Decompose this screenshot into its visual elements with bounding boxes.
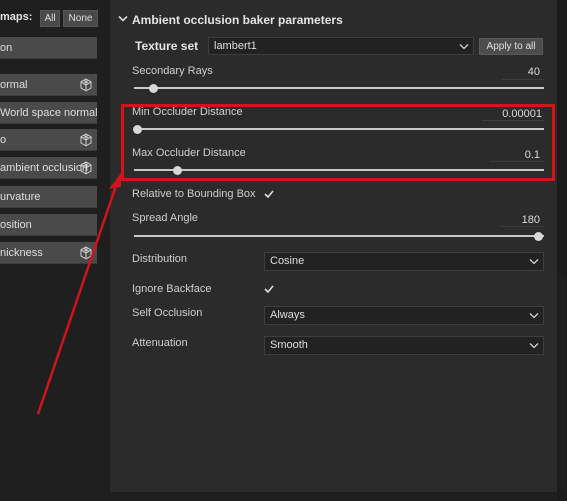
- map-item-thickness[interactable]: nickness: [0, 242, 97, 264]
- cube-icon[interactable]: [78, 77, 94, 93]
- chevron-down-icon: [529, 259, 539, 265]
- apply-to-all-button[interactable]: Apply to all: [479, 38, 543, 55]
- attenuation-value: Smooth: [270, 339, 308, 351]
- distribution-dropdown[interactable]: Cosine: [264, 252, 544, 271]
- cube-icon[interactable]: [78, 160, 94, 176]
- map-item-curvature[interactable]: urvature: [0, 186, 97, 208]
- distribution-value: Cosine: [270, 255, 305, 267]
- self-occlusion-value: Always: [270, 309, 305, 321]
- scrollbar[interactable]: [557, 0, 567, 501]
- map-item-label: on: [0, 42, 13, 54]
- self-occlusion-dropdown[interactable]: Always: [264, 306, 544, 325]
- map-item-label: World space normal: [0, 107, 97, 119]
- chevron-down-icon: [118, 15, 128, 22]
- map-item-label: nickness: [0, 247, 43, 259]
- secondary-rays-slider-handle[interactable]: [149, 84, 158, 93]
- map-item-label: urvature: [0, 191, 41, 203]
- map-item-label: ambient occlusion: [0, 162, 89, 174]
- spread-angle-slider-track[interactable]: [134, 235, 544, 237]
- section-header[interactable]: Ambient occlusion baker parameters: [118, 13, 343, 27]
- map-item-ambient-occlusion[interactable]: ambient occlusion: [0, 157, 97, 179]
- select-all-button[interactable]: All: [40, 10, 60, 27]
- baker-parameters-panel: Ambient occlusion baker parameters Textu…: [110, 0, 557, 492]
- map-item-world-space-normal[interactable]: World space normal: [0, 102, 97, 124]
- map-item-position[interactable]: osition: [0, 214, 97, 236]
- secondary-rays-label: Secondary Rays: [132, 65, 213, 77]
- checkmark-icon[interactable]: [264, 189, 274, 199]
- chevron-down-icon: [529, 313, 539, 319]
- texture-set-label: Texture set: [135, 39, 199, 53]
- scrollbar-thumb[interactable]: [558, 275, 566, 490]
- chevron-down-icon: [529, 343, 539, 349]
- map-item-label: ormal: [0, 79, 28, 91]
- self-occlusion-label: Self Occlusion: [132, 307, 203, 319]
- select-none-button[interactable]: None: [63, 10, 98, 27]
- checkmark-icon[interactable]: [264, 284, 274, 294]
- chevron-down-icon: [459, 44, 469, 50]
- attenuation-label: Attenuation: [132, 337, 188, 349]
- map-item-id[interactable]: o: [0, 129, 97, 151]
- spread-angle-slider-handle[interactable]: [534, 232, 543, 241]
- attenuation-dropdown[interactable]: Smooth: [264, 336, 544, 355]
- secondary-rays-field[interactable]: 40: [502, 64, 544, 80]
- baking-maps-panel: maps: All None on ormal World space norm…: [0, 0, 108, 501]
- secondary-rays-slider-track[interactable]: [134, 87, 544, 89]
- ignore-backface-label: Ignore Backface: [132, 283, 212, 295]
- spread-angle-value: 180: [521, 214, 540, 226]
- spread-angle-field[interactable]: 180: [500, 211, 544, 227]
- secondary-rays-value: 40: [527, 66, 540, 78]
- maps-label: maps:: [0, 11, 33, 23]
- map-item-ambient-occlusion-from-mesh[interactable]: on: [0, 37, 97, 59]
- maps-header: maps: All None: [0, 10, 108, 28]
- cube-icon[interactable]: [78, 132, 94, 148]
- map-item-label: o: [0, 134, 7, 146]
- highlight-box: [121, 104, 555, 181]
- spread-angle-label: Spread Angle: [132, 212, 199, 224]
- map-item-normal[interactable]: ormal: [0, 74, 97, 96]
- texture-set-value: lambert1: [214, 40, 257, 52]
- relative-to-bounding-box-label: Relative to Bounding Box: [132, 188, 256, 200]
- cube-icon[interactable]: [78, 245, 94, 261]
- section-title: Ambient occlusion baker parameters: [132, 13, 343, 27]
- distribution-label: Distribution: [132, 253, 188, 265]
- map-item-label: osition: [0, 219, 32, 231]
- texture-set-dropdown[interactable]: lambert1: [208, 37, 474, 55]
